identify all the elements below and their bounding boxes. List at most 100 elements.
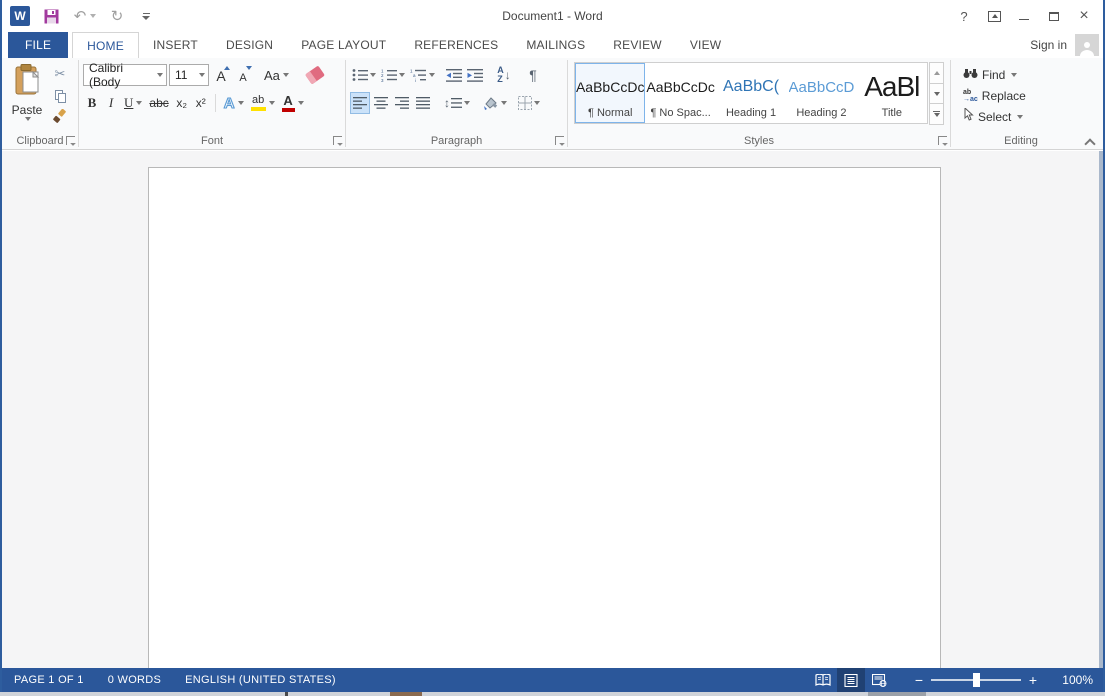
strikethrough-button[interactable]: abc <box>146 92 171 114</box>
avatar[interactable] <box>1075 34 1099 56</box>
line-spacing-button[interactable]: ↕ <box>442 92 472 114</box>
maximize-button[interactable] <box>1041 5 1067 27</box>
change-case-button[interactable]: Aa <box>261 64 292 86</box>
italic-button[interactable]: I <box>102 92 120 114</box>
tab-page-layout[interactable]: PAGE LAYOUT <box>287 32 400 58</box>
print-layout-button[interactable] <box>837 668 865 692</box>
help-button[interactable]: ? <box>951 5 977 27</box>
tab-mailings[interactable]: MAILINGS <box>512 32 599 58</box>
word-app-icon[interactable]: W <box>10 6 30 26</box>
bullets-dropdown-arrow[interactable] <box>370 73 376 77</box>
grow-font-button[interactable]: A <box>211 64 231 86</box>
multilevel-dropdown-arrow[interactable] <box>429 73 435 77</box>
styles-more-button[interactable] <box>929 103 944 125</box>
replace-button[interactable]: ab→ac Replace <box>955 85 1087 106</box>
paste-dropdown-arrow[interactable] <box>25 117 31 121</box>
undo-button[interactable]: ↶ <box>72 5 96 27</box>
styles-scroll-up-button[interactable] <box>929 62 944 84</box>
close-button[interactable]: × <box>1071 5 1097 27</box>
borders-dropdown-arrow[interactable] <box>534 101 540 105</box>
word-window: Document1 - Word W ↶ ↻ ? × FILE <box>0 0 1105 696</box>
multilevel-list-button[interactable]: 1ai <box>408 64 437 86</box>
sign-in-label[interactable]: Sign in <box>1030 38 1067 52</box>
text-effects-button[interactable]: A <box>221 92 247 114</box>
select-dropdown-arrow[interactable] <box>1017 115 1023 119</box>
font-color-dropdown-arrow[interactable] <box>298 101 304 105</box>
tab-insert[interactable]: INSERT <box>139 32 212 58</box>
zoom-in-button[interactable]: + <box>1025 672 1041 688</box>
read-mode-button[interactable] <box>809 668 837 692</box>
font-name-combobox[interactable]: Calibri (Body <box>83 64 167 86</box>
borders-button[interactable] <box>516 92 542 114</box>
shading-dropdown-arrow[interactable] <box>501 101 507 105</box>
show-hide-marks-button[interactable]: ¶ <box>523 64 543 86</box>
tab-home[interactable]: HOME <box>72 32 139 58</box>
underline-button[interactable]: U <box>121 92 145 114</box>
undo-dropdown-arrow[interactable] <box>90 14 96 18</box>
style-normal[interactable]: AaBbCcDc ¶ Normal <box>575 63 645 123</box>
bullets-button[interactable] <box>350 64 378 86</box>
tab-design[interactable]: DESIGN <box>212 32 287 58</box>
collapse-ribbon-button[interactable] <box>1085 138 1095 145</box>
underline-dropdown-arrow[interactable] <box>136 101 142 105</box>
font-color-button[interactable]: A <box>279 92 307 114</box>
ribbon-display-options-button[interactable] <box>981 5 1007 27</box>
copy-button[interactable] <box>48 86 72 106</box>
tab-view[interactable]: VIEW <box>676 32 735 58</box>
font-size-dropdown-arrow[interactable] <box>199 73 205 77</box>
language-status[interactable]: ENGLISH (UNITED STATES) <box>185 674 336 686</box>
find-button[interactable]: Find <box>955 64 1087 85</box>
paragraph-dialog-launcher[interactable] <box>555 136 564 145</box>
web-layout-button[interactable] <box>865 668 893 692</box>
highlight-button[interactable]: ab <box>248 92 278 114</box>
format-painter-button[interactable] <box>48 108 72 128</box>
align-left-button[interactable] <box>350 92 370 114</box>
zoom-out-button[interactable]: − <box>911 672 927 688</box>
cut-button[interactable]: ✂ <box>48 64 72 84</box>
tab-review[interactable]: REVIEW <box>599 32 676 58</box>
font-dialog-launcher[interactable] <box>333 136 342 145</box>
redo-button[interactable]: ↻ <box>106 5 128 27</box>
numbering-button[interactable]: 123 <box>379 64 407 86</box>
zoom-slider-track[interactable] <box>931 679 1021 681</box>
zoom-percentage[interactable]: 100% <box>1055 673 1093 687</box>
page-count-status[interactable]: PAGE 1 OF 1 <box>14 674 84 686</box>
styles-scroll-down-button[interactable] <box>929 83 944 105</box>
sort-button[interactable]: AZ ↓ <box>494 64 514 86</box>
decrease-indent-button[interactable] <box>444 64 464 86</box>
tab-references[interactable]: REFERENCES <box>400 32 512 58</box>
numbering-dropdown-arrow[interactable] <box>399 73 405 77</box>
justify-button[interactable] <box>413 92 433 114</box>
shading-button[interactable] <box>481 92 509 114</box>
style-heading2[interactable]: AaBbCcD Heading 2 <box>786 63 856 123</box>
clear-formatting-button[interactable] <box>304 64 326 86</box>
paste-button[interactable]: Paste <box>6 62 48 128</box>
sign-in-area[interactable]: Sign in <box>1030 34 1099 56</box>
font-name-dropdown-arrow[interactable] <box>157 73 163 77</box>
find-dropdown-arrow[interactable] <box>1011 73 1017 77</box>
subscript-button[interactable]: x₂ <box>173 92 191 114</box>
zoom-slider-thumb[interactable] <box>973 673 980 687</box>
align-right-button[interactable] <box>392 92 412 114</box>
select-button[interactable]: Select <box>955 106 1087 127</box>
styles-dialog-launcher[interactable] <box>938 136 947 145</box>
customize-qat-button[interactable] <box>142 13 150 20</box>
align-center-button[interactable] <box>371 92 391 114</box>
bold-button[interactable]: B <box>83 92 101 114</box>
style-heading1[interactable]: AaBbC( Heading 1 <box>716 63 786 123</box>
increase-indent-button[interactable] <box>465 64 485 86</box>
line-spacing-dropdown-arrow[interactable] <box>464 101 470 105</box>
style-title[interactable]: AaBl Title <box>857 63 927 123</box>
minimize-button[interactable] <box>1011 5 1037 27</box>
save-button[interactable] <box>40 5 62 27</box>
word-count-status[interactable]: 0 WORDS <box>108 674 161 686</box>
tab-file[interactable]: FILE <box>8 32 68 58</box>
style-no-spacing[interactable]: AaBbCcDc ¶ No Spac... <box>645 63 715 123</box>
text-effects-dropdown-arrow[interactable] <box>238 101 244 105</box>
shrink-font-button[interactable]: A <box>233 64 253 86</box>
clipboard-dialog-launcher[interactable] <box>66 136 75 145</box>
font-size-combobox[interactable]: 11 <box>169 64 209 86</box>
document-page[interactable] <box>148 167 941 668</box>
superscript-button[interactable]: x² <box>192 92 210 114</box>
highlight-dropdown-arrow[interactable] <box>269 101 275 105</box>
